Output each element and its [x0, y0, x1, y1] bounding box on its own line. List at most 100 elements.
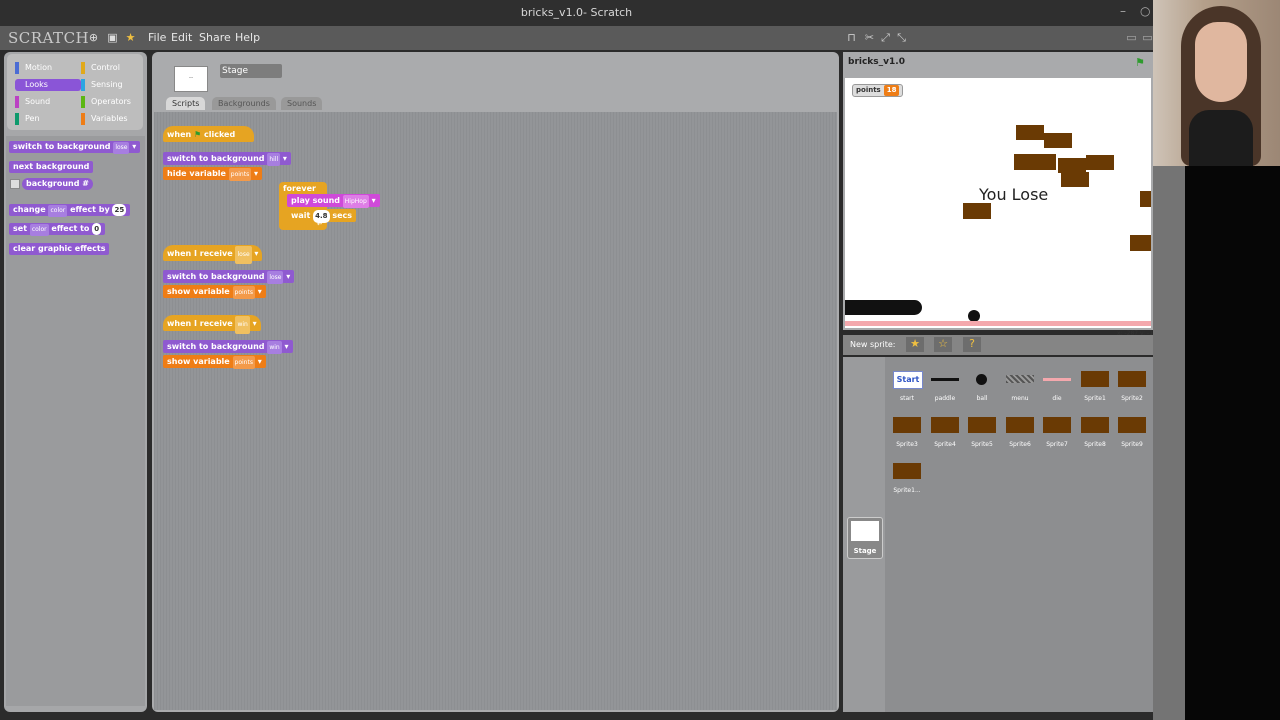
sprite-sprite7[interactable]: Sprite7 — [1039, 417, 1075, 453]
brick-sprite[interactable] — [1086, 155, 1114, 170]
monitor-value: 18 — [883, 85, 900, 96]
sprite-sprite2[interactable]: Sprite2 — [1114, 371, 1150, 407]
sprite-die[interactable]: die — [1039, 371, 1075, 407]
menu-share[interactable]: Share — [199, 31, 231, 44]
block-hide-variable[interactable]: hide variable points ▾ — [163, 167, 263, 181]
dropdown-slot[interactable]: color — [48, 205, 68, 217]
dropdown-slot[interactable]: hill — [267, 153, 281, 166]
dropdown-slot[interactable]: lose — [235, 246, 252, 264]
category-variables[interactable]: Variables — [81, 113, 147, 125]
hat-when-i-receive-lose[interactable]: when I receive lose ▾ — [163, 245, 263, 264]
dropdown-slot[interactable]: points — [232, 356, 255, 369]
dropdown-slot[interactable]: win — [235, 316, 250, 334]
block-show-variable[interactable]: show variable points ▾ — [163, 285, 266, 299]
choose-sprite-file-icon[interactable]: ☆ — [934, 337, 952, 352]
brick-image — [1006, 417, 1034, 433]
share-project-icon[interactable]: ★ — [125, 32, 136, 43]
category-sensing[interactable]: Sensing — [81, 79, 147, 91]
shrink-tool-icon[interactable]: ⤡ — [896, 32, 907, 43]
tab-sounds[interactable]: Sounds — [281, 97, 323, 110]
sprite-sprite9[interactable]: Sprite9 — [1114, 417, 1150, 453]
language-globe-icon[interactable]: ⊕ — [88, 32, 99, 43]
random-sprite-icon[interactable]: ? — [963, 337, 981, 352]
menu-file[interactable]: File — [148, 31, 166, 44]
dropdown-slot[interactable]: color — [29, 224, 49, 236]
sprite-sprite10[interactable]: Sprite1... — [889, 463, 925, 499]
block-text: switch to background — [167, 342, 265, 351]
delete-tool-icon[interactable]: ✂ — [864, 32, 875, 43]
sprite-sprite5[interactable]: Sprite5 — [964, 417, 1000, 453]
normal-stage-icon[interactable]: ▭ — [1142, 32, 1153, 43]
save-icon[interactable]: ▣ — [107, 32, 118, 43]
block-show-variable[interactable]: show variable points ▾ — [163, 355, 266, 369]
brick-image — [893, 463, 921, 479]
menu-edit[interactable]: Edit — [171, 31, 192, 44]
tab-backgrounds[interactable]: Backgrounds — [212, 97, 276, 110]
category-operators[interactable]: Operators — [81, 96, 147, 108]
brick-sprite[interactable] — [1130, 235, 1151, 251]
brick-sprite[interactable] — [963, 203, 991, 219]
scripts-area[interactable]: when ⚑ clicked switch to background hill… — [154, 112, 837, 710]
paint-new-sprite-icon[interactable]: ★ — [906, 337, 924, 352]
block-background-number[interactable]: background # — [22, 178, 93, 190]
stamp-tool-icon[interactable]: ⊓ — [846, 32, 857, 43]
sprite-start[interactable]: Start start — [889, 371, 925, 407]
block-text: when I receive — [167, 319, 233, 328]
brick-sprite[interactable] — [1058, 158, 1086, 173]
category-sound[interactable]: Sound — [15, 96, 81, 108]
block-switch-background[interactable]: switch to background win ▾ — [163, 340, 293, 354]
number-slot[interactable]: 0 — [92, 223, 102, 235]
minimize-button[interactable]: – — [1120, 4, 1126, 18]
brick-sprite[interactable] — [1016, 125, 1044, 140]
tab-scripts[interactable]: Scripts — [166, 97, 206, 110]
block-next-background[interactable]: next background — [9, 161, 94, 173]
menu-help[interactable]: Help — [235, 31, 260, 44]
brick-sprite[interactable] — [1014, 154, 1056, 170]
block-switch-background[interactable]: switch to background lose ▾ — [9, 141, 141, 154]
stage-thumbnail-button[interactable]: Stage — [847, 517, 883, 559]
dropdown-slot[interactable]: lose — [267, 271, 284, 284]
stage-canvas[interactable]: points 18 You Lose — [845, 78, 1151, 328]
block-switch-background[interactable]: switch to background hill ▾ — [163, 152, 291, 166]
block-clear-graphic-effects[interactable]: clear graphic effects — [9, 243, 110, 255]
sprite-paddle[interactable]: paddle — [927, 371, 963, 407]
sprite-name-field[interactable]: Stage — [220, 64, 282, 78]
dropdown-slot[interactable]: win — [267, 341, 282, 354]
monitor-checkbox[interactable] — [10, 179, 20, 189]
category-control[interactable]: Control — [81, 62, 147, 74]
dropdown-slot[interactable]: lose — [113, 142, 130, 154]
category-pen[interactable]: Pen — [15, 113, 81, 125]
paddle-sprite[interactable] — [845, 300, 922, 315]
category-motion[interactable]: Motion — [15, 62, 81, 74]
dropdown-slot[interactable]: points — [232, 286, 255, 299]
sprite-ball[interactable]: ball — [964, 371, 1000, 407]
block-play-sound[interactable]: play sound HipHop ▾ — [287, 194, 380, 208]
block-set-effect[interactable]: set color effect to 0 — [9, 223, 106, 236]
dropdown-slot[interactable]: points — [228, 168, 252, 181]
hat-when-flag-clicked[interactable]: when ⚑ clicked — [163, 126, 254, 142]
sprite-sprite8[interactable]: Sprite8 — [1077, 417, 1113, 453]
block-switch-background[interactable]: switch to background lose ▾ — [163, 270, 295, 284]
sprite-sprite1[interactable]: Sprite1 — [1077, 371, 1113, 407]
menu-bar: SCRATCH ⊕ ▣ ★ File Edit Share Help ⊓ ✂ ⤢… — [0, 26, 1153, 50]
brick-sprite[interactable] — [1140, 191, 1151, 207]
sprite-sprite4[interactable]: Sprite4 — [927, 417, 963, 453]
block-wait[interactable]: wait 4.8 secs — [287, 209, 357, 223]
category-looks[interactable]: Looks — [15, 79, 81, 91]
sprite-sprite6[interactable]: Sprite6 — [1002, 417, 1038, 453]
block-change-effect[interactable]: change color effect by 25 — [9, 204, 131, 217]
hat-when-i-receive-win[interactable]: when I receive win ▾ — [163, 315, 261, 334]
die-line-sprite[interactable] — [845, 321, 1151, 326]
variable-monitor-points[interactable]: points 18 — [852, 84, 904, 97]
dropdown-slot[interactable]: HipHop — [342, 195, 369, 208]
close-button[interactable]: ○ — [1140, 4, 1150, 18]
number-slot[interactable]: 25 — [112, 204, 127, 216]
small-stage-icon[interactable]: ▭ — [1126, 32, 1137, 43]
sprite-sprite3[interactable]: Sprite3 — [889, 417, 925, 453]
sprite-menu[interactable]: menu — [1002, 371, 1038, 407]
grow-tool-icon[interactable]: ⤢ — [880, 32, 891, 43]
number-slot[interactable]: 4.8 — [313, 210, 330, 223]
green-flag-icon[interactable]: ⚑ — [1135, 56, 1145, 69]
brick-sprite[interactable] — [1061, 172, 1089, 187]
brick-sprite[interactable] — [1044, 133, 1072, 148]
